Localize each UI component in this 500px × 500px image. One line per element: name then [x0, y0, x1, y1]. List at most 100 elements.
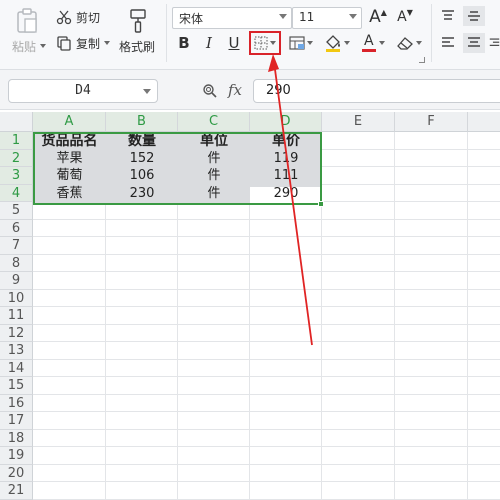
table-style-icon	[289, 36, 305, 50]
chevron-down-icon	[416, 41, 422, 45]
format-painter-label: 格式刷	[119, 40, 156, 54]
font-name-select[interactable]: 宋体	[172, 7, 292, 29]
scissors-icon	[56, 10, 72, 25]
row-gridline	[33, 393, 500, 395]
increase-font-button[interactable]: A ▲	[367, 6, 389, 28]
row-header-9[interactable]: 9	[0, 272, 33, 290]
copy-button[interactable]: 复制	[56, 35, 111, 51]
underline-icon: U	[228, 34, 240, 52]
align-center-icon	[468, 37, 480, 47]
font-dialog-launcher[interactable]	[419, 57, 425, 63]
paintbrush-icon	[130, 9, 146, 33]
align-top-button[interactable]	[437, 6, 459, 26]
name-box[interactable]: D4	[8, 79, 158, 103]
cut-label: 剪切	[76, 10, 101, 25]
chevron-down-icon	[270, 41, 276, 45]
chevron-down-icon	[143, 89, 151, 94]
row-gridline	[33, 428, 500, 430]
column-header-b[interactable]: B	[106, 112, 178, 132]
column-gridline	[467, 132, 468, 500]
font-name-value: 宋体	[179, 12, 204, 26]
chevron-down-icon	[307, 41, 313, 45]
chevron-down-icon	[379, 41, 385, 45]
row-header-1[interactable]: 1	[0, 132, 33, 150]
row-header-21[interactable]: 21	[0, 482, 33, 500]
chevron-down-icon	[279, 14, 287, 19]
decrease-font-button[interactable]: A ▼	[394, 6, 416, 28]
font-color-icon: A	[361, 33, 377, 53]
borders-icon	[254, 36, 268, 50]
row-header-20[interactable]: 20	[0, 464, 33, 482]
row-header-17[interactable]: 17	[0, 412, 33, 430]
row-gridline	[33, 358, 500, 360]
clear-button[interactable]	[394, 32, 424, 54]
caret-up-icon: ▲	[380, 7, 387, 17]
fx-icon: fx	[228, 81, 243, 99]
font-color-swatch	[362, 49, 376, 52]
decrease-font-icon: A	[397, 9, 407, 25]
row-header-15[interactable]: 15	[0, 377, 33, 395]
row-gridline	[33, 498, 500, 500]
row-header-10[interactable]: 10	[0, 289, 33, 307]
magnifier-icon	[203, 84, 217, 98]
row-gridline	[33, 376, 500, 377]
eraser-icon	[397, 37, 413, 50]
row-gridline	[33, 411, 500, 412]
row-gridline	[33, 446, 500, 447]
row-header-11[interactable]: 11	[0, 307, 33, 325]
font-size-value: 11	[299, 10, 315, 24]
align-middle-button[interactable]	[463, 6, 485, 26]
increase-font-icon: A	[369, 7, 381, 27]
copy-dropdown-arrow[interactable]	[104, 41, 111, 45]
cell-reference: D4	[75, 83, 91, 98]
select-all-corner[interactable]	[0, 112, 33, 132]
copy-label: 复制	[76, 36, 101, 51]
column-header-f[interactable]: F	[395, 112, 468, 132]
row-header-13[interactable]: 13	[0, 342, 33, 360]
row-header-6[interactable]: 6	[0, 219, 33, 237]
insert-function-button[interactable]: fx	[228, 81, 242, 99]
font-color-button[interactable]: A	[358, 32, 388, 54]
row-header-8[interactable]: 8	[0, 254, 33, 272]
row-header-16[interactable]: 16	[0, 394, 33, 412]
column-header-c[interactable]: C	[178, 112, 250, 132]
cut-button[interactable]: 剪切	[56, 9, 100, 25]
formula-bar: D4 fx 290	[0, 70, 500, 110]
row-header-3[interactable]: 3	[0, 167, 33, 185]
row-header-2[interactable]: 2	[0, 149, 33, 167]
align-middle-icon	[468, 11, 480, 21]
align-left-button[interactable]	[437, 33, 459, 53]
zoom-lookup-button[interactable]	[200, 81, 220, 101]
underline-button[interactable]: U	[224, 33, 244, 53]
chevron-down-icon	[344, 41, 350, 45]
annotation-arrow	[268, 54, 313, 346]
column-header-a[interactable]: A	[33, 112, 106, 132]
column-header-g[interactable]	[468, 112, 500, 132]
italic-button[interactable]: I	[199, 33, 219, 53]
row-gridline	[33, 481, 500, 482]
row-header-5[interactable]: 5	[0, 202, 33, 220]
row-header-19[interactable]: 19	[0, 447, 33, 465]
row-header-18[interactable]: 18	[0, 429, 33, 447]
paste-button[interactable]	[10, 6, 44, 36]
row-header-4[interactable]: 4	[0, 184, 33, 202]
bold-button[interactable]: B	[174, 33, 194, 53]
format-painter-button[interactable]	[124, 6, 152, 36]
bold-icon: B	[178, 34, 190, 52]
font-color-glyph: A	[364, 33, 374, 49]
align-right-button[interactable]	[489, 33, 500, 53]
paste-dropdown-arrow[interactable]	[40, 44, 46, 48]
column-header-e[interactable]: E	[322, 112, 395, 132]
row-gridline	[33, 463, 500, 465]
align-center-button[interactable]	[463, 33, 485, 53]
row-header-7[interactable]: 7	[0, 237, 33, 255]
row-header-14[interactable]: 14	[0, 359, 33, 377]
align-right-icon	[489, 38, 500, 46]
font-size-select[interactable]: 11	[292, 7, 362, 29]
chevron-down-icon	[349, 14, 357, 19]
copy-icon	[57, 36, 71, 51]
caret-down-icon: ▼	[406, 7, 413, 17]
align-left-icon	[442, 37, 454, 47]
row-header-12[interactable]: 12	[0, 324, 33, 342]
italic-icon: I	[206, 34, 212, 52]
